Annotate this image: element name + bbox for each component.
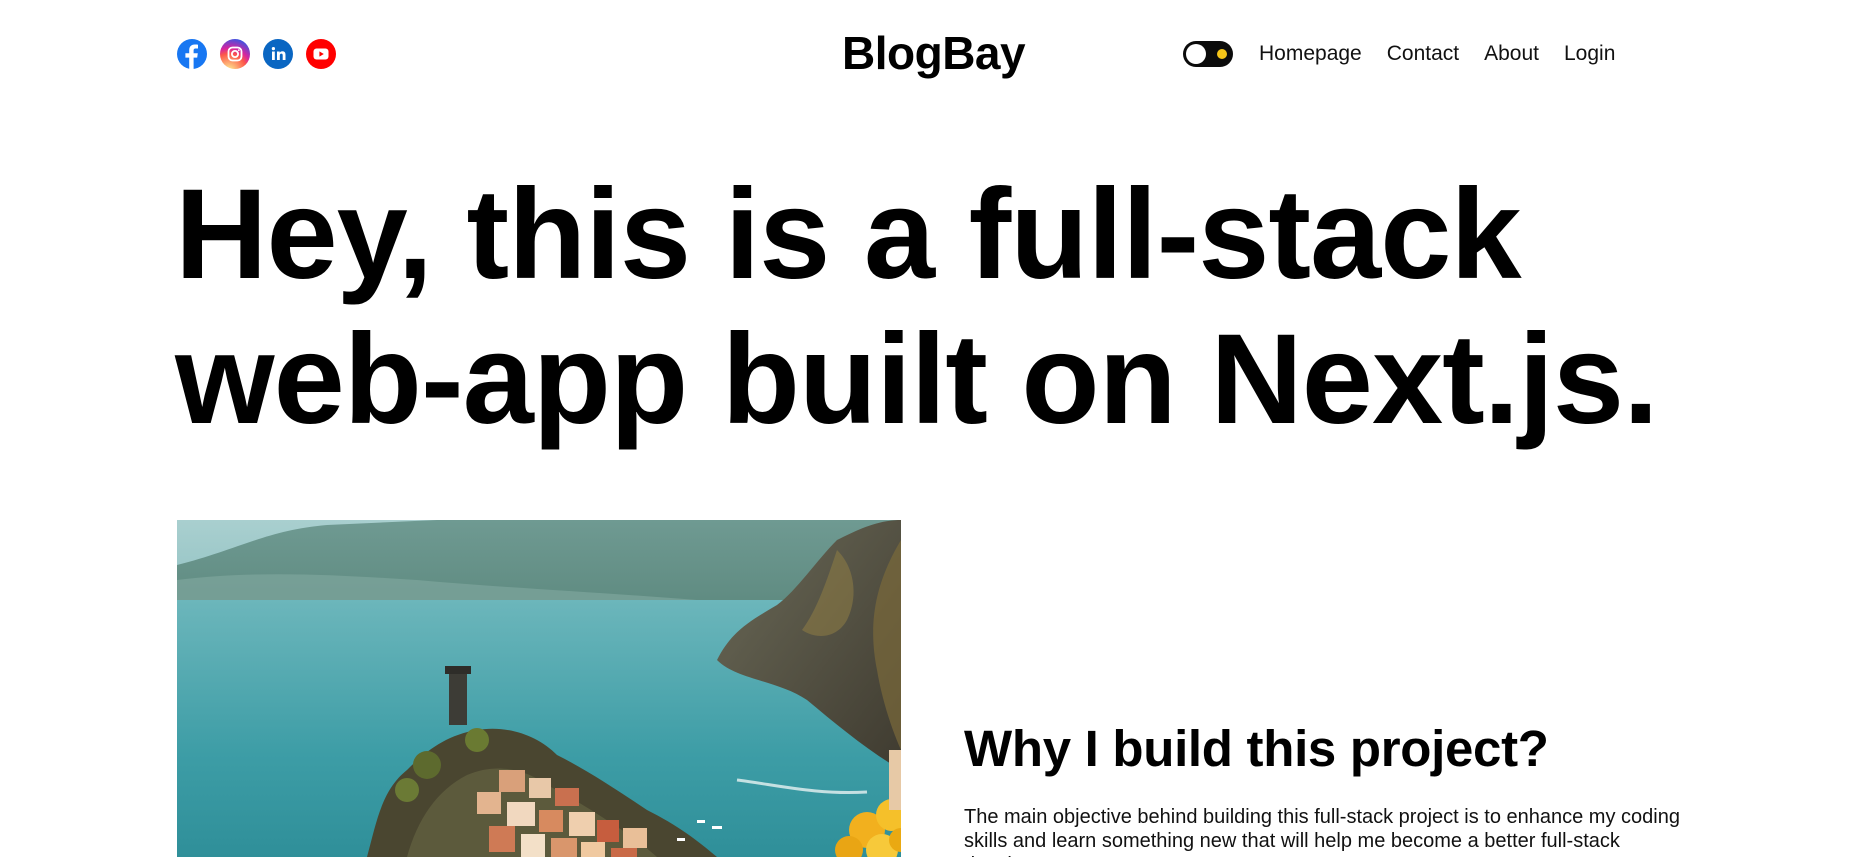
linkedin-icon[interactable]	[263, 39, 293, 69]
nav-link-about[interactable]: About	[1484, 38, 1539, 70]
hero-title: Hey, this is a full-stack web-app built …	[175, 162, 1735, 452]
hero-title-line-2: web-app built on Next.js.	[175, 308, 1659, 451]
site-logo[interactable]: BlogBay	[842, 26, 1026, 80]
navbar: BlogBay Homepage Contact About Login	[0, 0, 1865, 108]
main-nav: Homepage Contact About Login	[1183, 38, 1615, 70]
featured-heading[interactable]: Why I build this project?	[964, 718, 1549, 780]
nav-link-contact[interactable]: Contact	[1387, 38, 1459, 70]
page: BlogBay Homepage Contact About Login Hey…	[0, 0, 1865, 857]
facebook-icon[interactable]	[177, 39, 207, 69]
nav-link-login[interactable]: Login	[1564, 38, 1615, 70]
featured-description: The main objective behind building this …	[964, 806, 1680, 857]
hero-title-line-1: Hey, this is a full-stack	[175, 163, 1522, 306]
sun-icon	[1217, 49, 1227, 59]
youtube-icon[interactable]	[306, 39, 336, 69]
theme-toggle[interactable]	[1183, 41, 1233, 67]
instagram-icon[interactable]	[220, 39, 250, 69]
social-links	[177, 39, 336, 69]
nav-link-homepage[interactable]: Homepage	[1259, 38, 1362, 70]
toggle-knob	[1186, 44, 1206, 64]
coastal-village-image[interactable]	[177, 520, 901, 857]
